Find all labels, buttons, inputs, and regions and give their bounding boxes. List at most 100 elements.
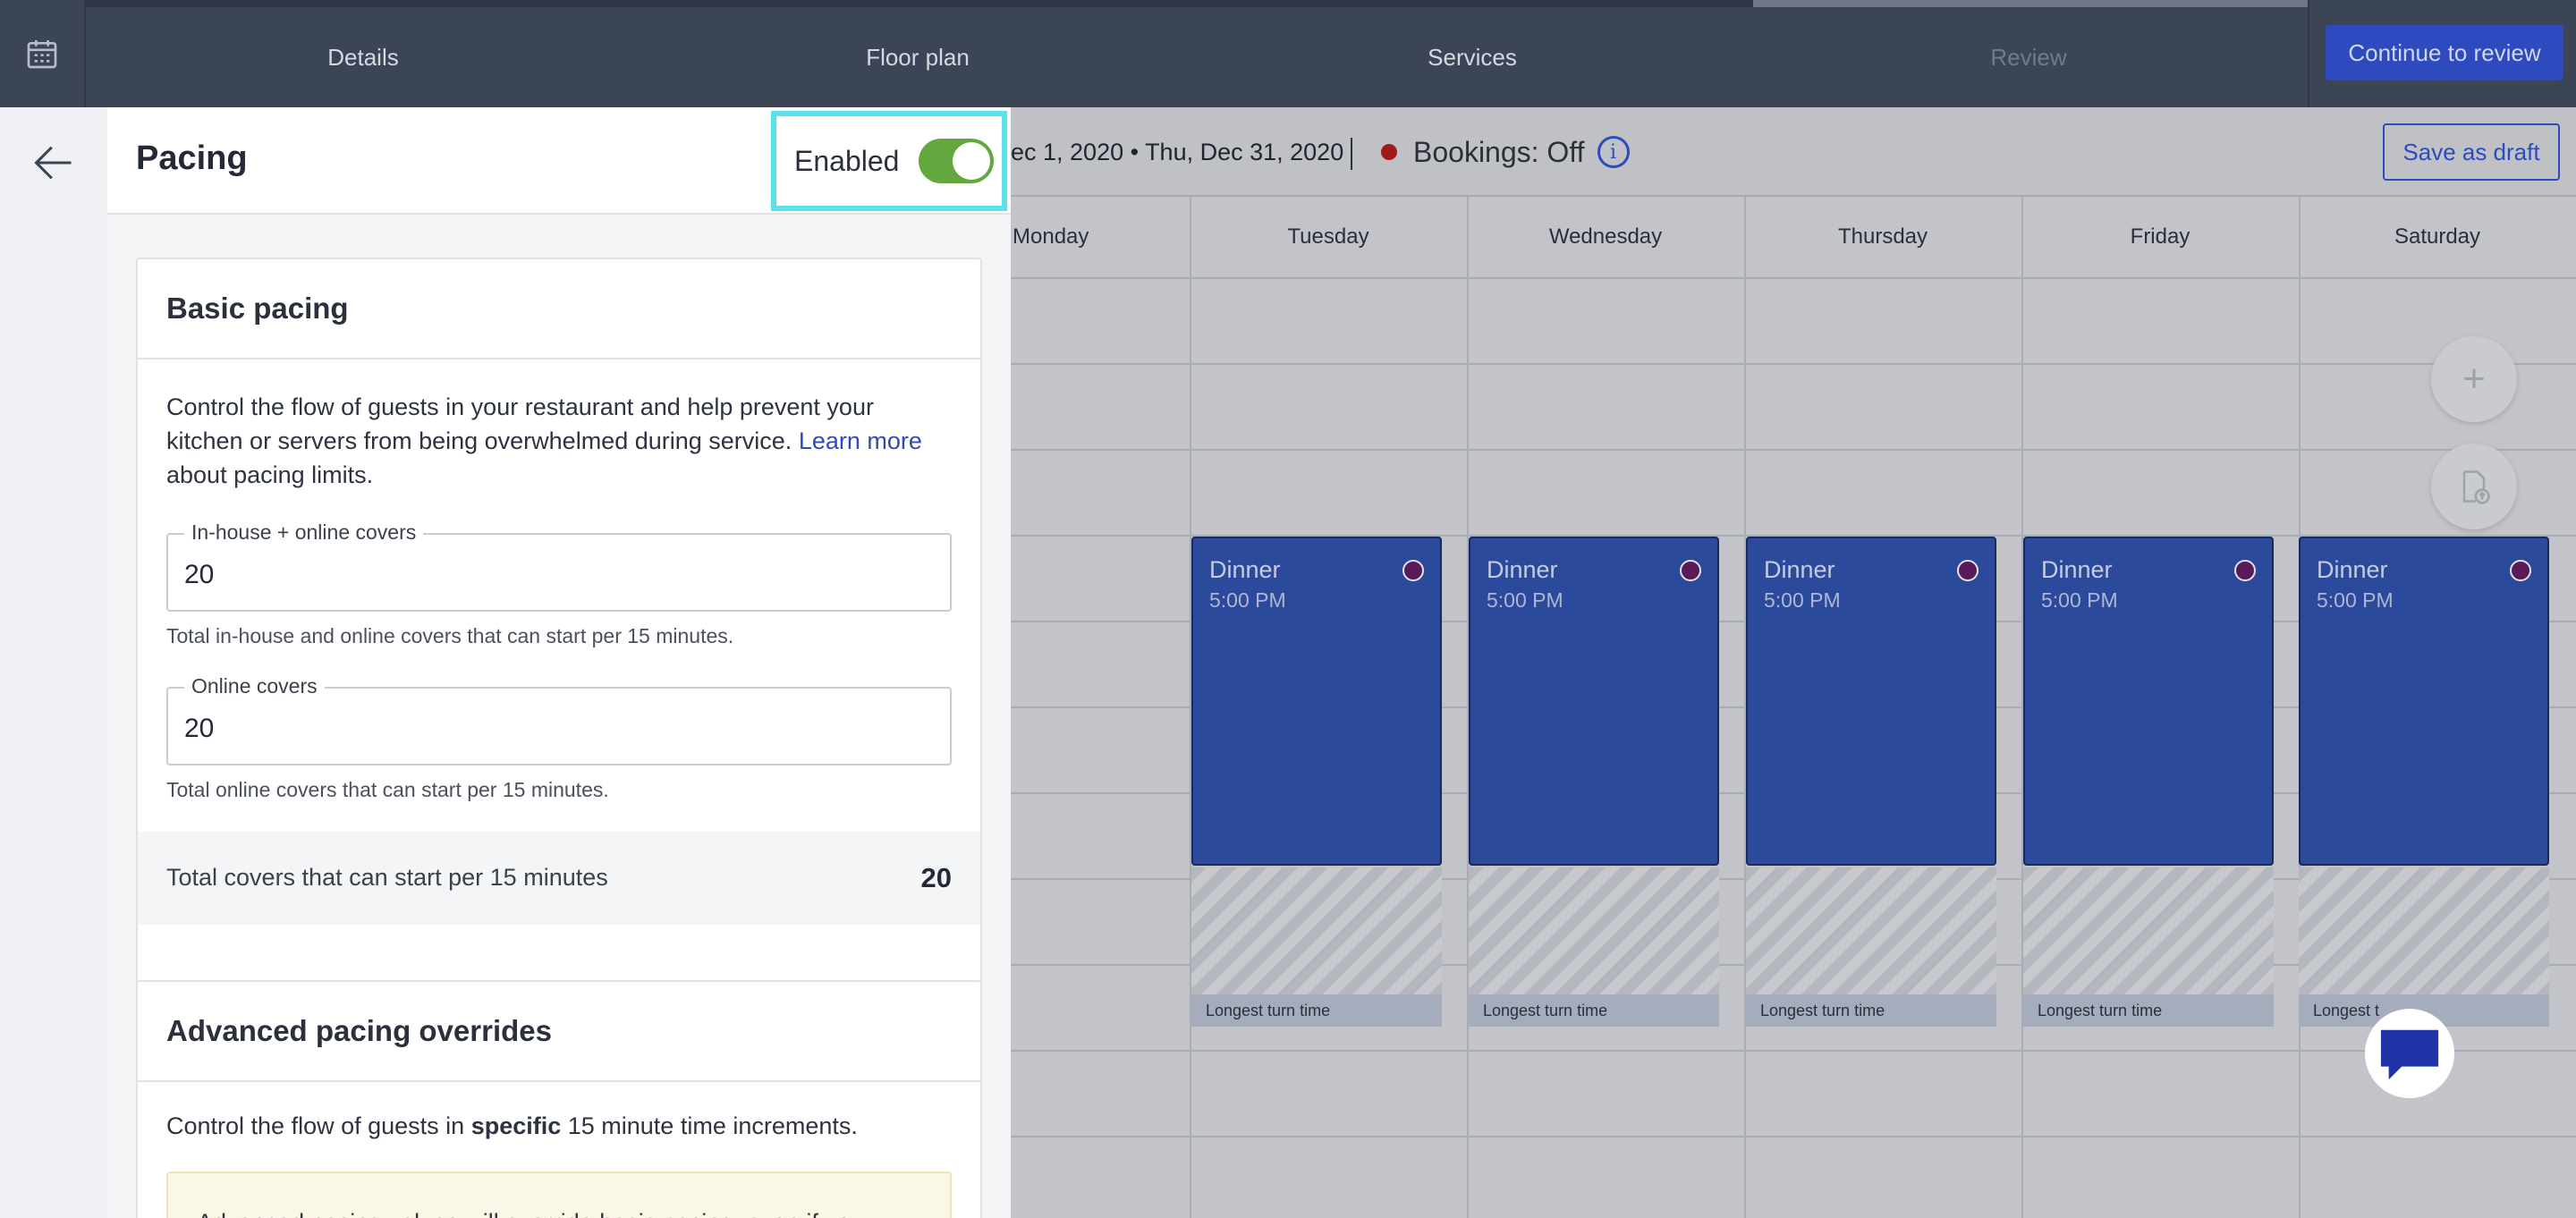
advanced-pacing-warning: Advanced pacing values will override bas… (166, 1171, 952, 1218)
tab-services[interactable]: Services (1195, 7, 1750, 107)
description-text-end: about pacing limits. (166, 461, 374, 488)
warning-text: Advanced pacing values will override bas… (197, 1209, 864, 1218)
day-header-tuesday: Tuesday (1190, 197, 1467, 279)
date-range: ec 1, 2020 • Thu, Dec 31, 2020 (1011, 138, 1344, 165)
turn-time-label: Longest turn time (2023, 994, 2274, 1027)
field-label: Online covers (184, 674, 325, 698)
field-value: 20 (184, 560, 215, 589)
top-nav-bar: Details Floor plan Services Review Conti… (0, 0, 2576, 107)
service-status-dot (2510, 560, 2531, 581)
left-rail (0, 107, 107, 1218)
continue-to-review-button[interactable]: Continue to review (2326, 25, 2563, 80)
calendar-header: ec 1, 2020 • Thu, Dec 31, 2020 Bookings:… (1011, 107, 2576, 197)
turn-time-block: Longest t (2299, 867, 2549, 1027)
card-divider (138, 358, 980, 359)
calendar-icon (27, 40, 57, 69)
service-name: Dinner (1764, 556, 1835, 583)
step-progress-fill (86, 0, 1753, 7)
pacing-enabled-toggle[interactable] (919, 139, 995, 183)
learn-more-link[interactable]: Learn more (799, 427, 922, 454)
add-service-button[interactable]: + (2431, 336, 2517, 422)
day-header-thursday: Thursday (1744, 197, 2021, 279)
service-block-saturday[interactable]: Dinner 5:00 PM (2299, 537, 2549, 866)
turn-time-block: Longest turn time (1746, 867, 1996, 1027)
service-time: 5:00 PM (1487, 588, 1563, 612)
service-block-wednesday[interactable]: Dinner 5:00 PM (1469, 537, 1719, 866)
bookings-status: Bookings: Off i (1381, 107, 1630, 197)
in-house-online-covers-field[interactable]: In-house + online covers 20 (166, 520, 952, 612)
online-covers-field[interactable]: Online covers 20 (166, 674, 952, 765)
grid-line (1011, 1136, 2576, 1138)
turn-time-label: Longest turn time (1469, 994, 1719, 1027)
tab-review[interactable]: Review (1750, 7, 2308, 107)
turn-time-block: Longest turn time (1191, 867, 1442, 1027)
service-block-thursday[interactable]: Dinner 5:00 PM (1746, 537, 1996, 866)
advanced-pacing-card: Advanced pacing overrides Control the fl… (136, 980, 982, 1218)
online-covers-helper: Total online covers that can start per 1… (166, 778, 609, 801)
description-text: Control the flow of guests in (166, 1112, 471, 1139)
in-house-online-covers-helper: Total in-house and online covers that ca… (166, 624, 734, 647)
service-name: Dinner (2317, 556, 2388, 583)
advanced-pacing-description: Control the flow of guests in specific 1… (166, 1112, 858, 1140)
basic-pacing-description: Control the flow of guests in your resta… (166, 390, 953, 492)
continue-area: Continue to review (2308, 0, 2576, 107)
chat-icon (2380, 1029, 2439, 1080)
header-separator (1351, 138, 1352, 170)
document-upload-icon (2462, 470, 2490, 504)
service-name: Dinner (2041, 556, 2113, 583)
description-emphasis: specific (470, 1112, 562, 1139)
service-status-dot (1680, 560, 1701, 581)
pacing-panel: Pacing Enabled Basic pacing Control the … (107, 107, 1011, 1218)
save-as-draft-button[interactable]: Save as draft (2383, 123, 2560, 181)
plus-icon: + (2462, 357, 2486, 401)
total-covers-row: Total covers that can start per 15 minut… (138, 832, 980, 925)
info-icon[interactable]: i (1597, 136, 1630, 168)
day-header-friday: Friday (2021, 197, 2299, 279)
step-progress-bar (86, 0, 2308, 7)
day-header-wednesday: Wednesday (1467, 197, 1744, 279)
chat-button[interactable] (2365, 1009, 2454, 1098)
service-time: 5:00 PM (2041, 588, 2118, 612)
pacing-enabled-toggle-area: Enabled (771, 111, 1007, 211)
turn-time-block: Longest turn time (2023, 867, 2274, 1027)
tab-details[interactable]: Details (86, 7, 640, 107)
service-status-dot (1402, 560, 1424, 581)
enabled-label: Enabled (794, 144, 900, 177)
service-block-tuesday[interactable]: Dinner 5:00 PM (1191, 537, 1442, 866)
panel-header: Pacing Enabled (107, 107, 1011, 215)
tab-floor-plan[interactable]: Floor plan (640, 7, 1195, 107)
service-time: 5:00 PM (1764, 588, 1841, 612)
basic-pacing-card: Basic pacing Control the flow of guests … (136, 258, 982, 1045)
advanced-pacing-title: Advanced pacing overrides (166, 1014, 552, 1047)
total-covers-value: 20 (920, 862, 952, 893)
basic-pacing-title: Basic pacing (166, 292, 349, 325)
calendar-home-button[interactable] (0, 0, 86, 107)
grid-line (1011, 363, 2576, 365)
toggle-knob (953, 142, 991, 180)
upload-button[interactable] (2431, 444, 2517, 529)
service-status-dot (2234, 560, 2256, 581)
calendar-view: ec 1, 2020 • Thu, Dec 31, 2020 Bookings:… (1011, 107, 2576, 1218)
description-text: Control the flow of guests in your resta… (166, 393, 874, 454)
turn-time-label: Longest turn time (1746, 994, 1996, 1027)
description-text-end: 15 minute time increments. (561, 1112, 858, 1139)
panel-title: Pacing (136, 140, 248, 177)
back-arrow-icon[interactable] (30, 140, 77, 186)
service-name: Dinner (1487, 556, 1558, 583)
field-value: 20 (184, 714, 215, 743)
service-block-friday[interactable]: Dinner 5:00 PM (2023, 537, 2274, 866)
service-status-dot (1957, 560, 1979, 581)
turn-time-block: Longest turn time (1469, 867, 1719, 1027)
step-progress-remaining (1753, 0, 2308, 7)
bookings-label: Bookings: (1413, 135, 1539, 168)
day-header-saturday: Saturday (2299, 197, 2576, 279)
field-label: In-house + online covers (184, 520, 424, 545)
card-divider (138, 1080, 980, 1082)
service-name: Dinner (1209, 556, 1281, 583)
service-time: 5:00 PM (2317, 588, 2394, 612)
service-time: 5:00 PM (1209, 588, 1286, 612)
total-covers-label: Total covers that can start per 15 minut… (166, 864, 608, 891)
turn-time-label: Longest turn time (1191, 994, 1442, 1027)
bookings-status-dot (1381, 144, 1397, 160)
grid-line (1011, 449, 2576, 451)
